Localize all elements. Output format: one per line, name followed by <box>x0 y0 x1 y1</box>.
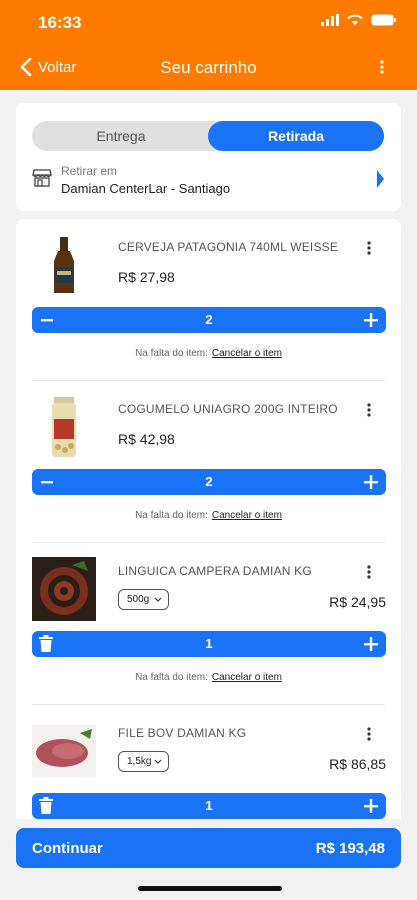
chevron-down-icon <box>154 759 162 764</box>
plus-icon[interactable] <box>364 313 378 327</box>
cancel-item-link[interactable]: Cancelar o item <box>212 348 282 359</box>
more-options-icon[interactable] <box>380 60 384 74</box>
quantity-value: 2 <box>205 474 213 489</box>
quantity-stepper: 2 <box>32 469 386 495</box>
quantity-stepper: 1 <box>32 631 386 657</box>
app-header: 16:33 Voltar Seu carrinho <box>0 0 417 90</box>
tab-retirada[interactable]: Retirada <box>208 121 384 151</box>
plus-icon[interactable] <box>364 637 378 651</box>
product-image <box>32 725 96 777</box>
quantity-value: 2 <box>205 312 213 327</box>
item-name: LINGUICA CAMPERA DAMIAN KG <box>118 564 312 578</box>
item-options-icon[interactable] <box>367 727 371 741</box>
home-indicator <box>138 886 282 891</box>
weight-select[interactable]: 500g <box>118 589 169 610</box>
plus-icon[interactable] <box>364 799 378 813</box>
continue-label: Continuar <box>32 840 103 857</box>
product-image <box>54 237 74 293</box>
status-time: 16:33 <box>38 13 82 32</box>
missing-label: Na falta do item: <box>135 348 208 359</box>
status-icons <box>321 14 397 26</box>
weight-value: 1,5kg <box>127 756 152 767</box>
store-icon <box>32 169 52 187</box>
quantity-value: 1 <box>205 798 213 813</box>
missing-item-option: Na falta do item: Cancelar o item <box>16 672 401 683</box>
product-image <box>32 557 96 621</box>
missing-label: Na falta do item: <box>135 510 208 521</box>
delivery-mode-toggle: Entrega Retirada <box>32 121 384 151</box>
cart-item: LINGUICA CAMPERA DAMIAN KG 500g R$ 24,95… <box>16 543 401 705</box>
product-image <box>52 397 76 457</box>
cart-item: COGUMELO UNIAGRO 200G INTEIRO R$ 42,98 2… <box>16 381 401 543</box>
pickup-store-name: Damian CenterLar - Santiago <box>61 181 231 196</box>
cart-item: CERVEJA PATAGONIA 740ML WEISSE R$ 27,98 … <box>16 219 401 381</box>
item-options-icon[interactable] <box>367 241 371 255</box>
signal-icon <box>321 14 339 26</box>
missing-item-option: Na falta do item: Cancelar o item <box>16 348 401 359</box>
wifi-icon <box>347 14 363 25</box>
item-name: FILE BOV DAMIAN KG <box>118 726 247 740</box>
missing-item-option: Na falta do item: Cancelar o item <box>16 510 401 521</box>
item-price: R$ 27,98 <box>118 269 175 285</box>
quantity-value: 1 <box>205 636 213 651</box>
item-options-icon[interactable] <box>367 565 371 579</box>
quantity-stepper: 1 <box>32 793 386 819</box>
plus-icon[interactable] <box>364 475 378 489</box>
item-price: R$ 24,95 <box>329 594 386 610</box>
pickup-store[interactable]: Retirar em Damian CenterLar - Santiago <box>61 163 230 197</box>
page-title: Seu carrinho <box>160 58 257 77</box>
cart-items-list: CERVEJA PATAGONIA 740ML WEISSE R$ 27,98 … <box>16 219 401 819</box>
pickup-label: Retirar em <box>61 164 118 178</box>
cart-item: FILE BOV DAMIAN KG 1,5kg R$ 86,85 1 <box>16 705 401 819</box>
item-options-icon[interactable] <box>367 403 371 417</box>
tab-entrega[interactable]: Entrega <box>32 121 210 151</box>
battery-icon <box>371 14 396 26</box>
chevron-right-icon[interactable] <box>376 169 385 189</box>
missing-label: Na falta do item: <box>135 672 208 683</box>
continue-button[interactable]: Continuar R$ 193,48 <box>16 828 401 868</box>
cancel-item-link[interactable]: Cancelar o item <box>212 510 282 521</box>
quantity-stepper: 2 <box>32 307 386 333</box>
weight-value: 500g <box>127 594 150 605</box>
chevron-down-icon <box>154 597 162 602</box>
cart-total: R$ 193,48 <box>315 840 385 857</box>
item-price: R$ 86,85 <box>329 756 386 772</box>
item-name: COGUMELO UNIAGRO 200G INTEIRO <box>118 402 338 416</box>
weight-select[interactable]: 1,5kg <box>118 751 169 772</box>
item-price: R$ 42,98 <box>118 431 175 447</box>
delivery-mode-card: Entrega Retirada Retirar em Damian Cente… <box>16 103 401 211</box>
cancel-item-link[interactable]: Cancelar o item <box>212 672 282 683</box>
item-name: CERVEJA PATAGONIA 740ML WEISSE <box>118 240 339 254</box>
